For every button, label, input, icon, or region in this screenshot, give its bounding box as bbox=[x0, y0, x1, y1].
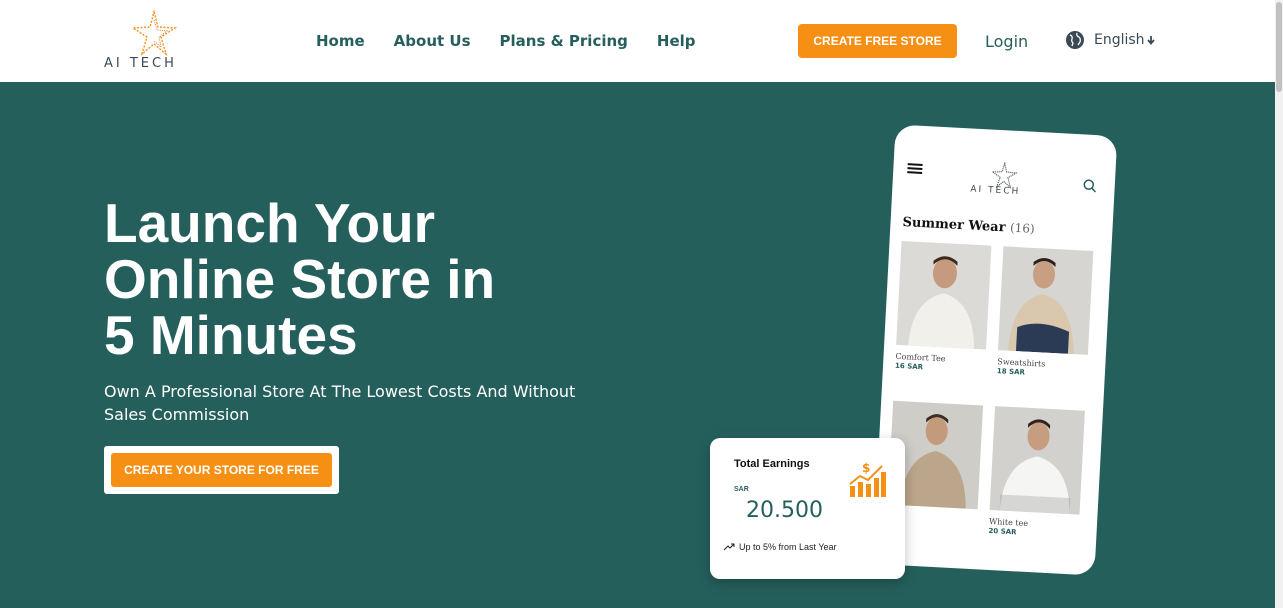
create-free-store-button[interactable]: CREATE FREE STORE bbox=[798, 24, 957, 58]
earnings-chart-icon: $ bbox=[849, 461, 886, 497]
hero-title-line-1: Launch Your bbox=[104, 192, 436, 254]
model-photo-icon bbox=[999, 419, 1071, 515]
product-card-comfort-tee[interactable]: Comfort Tee 16 SAR bbox=[895, 240, 992, 375]
model-photo-icon bbox=[908, 256, 975, 349]
site-header: AI TECH Home About Us Plans & Pricing He… bbox=[0, 0, 1275, 82]
nav-plans-pricing[interactable]: Plans & Pricing bbox=[500, 32, 628, 50]
hero-subtitle-line-1: Own A Professional Store At The Lowest C… bbox=[104, 382, 576, 401]
model-photo-icon bbox=[1007, 257, 1074, 355]
earnings-currency: SAR bbox=[734, 486, 749, 493]
product-image bbox=[989, 406, 1085, 515]
hamburger-menu-icon bbox=[907, 163, 923, 174]
category-count: (16) bbox=[1009, 220, 1036, 236]
globe-icon bbox=[1066, 31, 1084, 49]
earnings-title: Total Earnings bbox=[734, 458, 810, 470]
product-image bbox=[997, 246, 1094, 355]
language-selector[interactable]: English bbox=[1065, 30, 1156, 50]
hero-title: Launch Your Online Store in 5 Minutes bbox=[104, 195, 604, 363]
earnings-value: 20.500 bbox=[746, 498, 823, 523]
login-link[interactable]: Login bbox=[985, 32, 1028, 51]
nav-home[interactable]: Home bbox=[316, 32, 365, 50]
nav-help[interactable]: Help bbox=[657, 32, 696, 50]
hero-subtitle-line-2: Sales Commission bbox=[104, 405, 250, 424]
category-name: Summer Wear bbox=[902, 214, 1006, 236]
product-card-sweatshirts[interactable]: Sweatshirts 18 SAR bbox=[997, 246, 1094, 380]
trend-up-icon bbox=[723, 543, 735, 551]
hero-title-line-2: Online Store in bbox=[104, 248, 496, 310]
product-image bbox=[896, 240, 992, 350]
nav-about-us[interactable]: About Us bbox=[394, 32, 471, 50]
hero-subtitle: Own A Professional Store At The Lowest C… bbox=[104, 380, 604, 426]
phone-mockup: AI TECH Summer Wear (16) Comfort Tee 16 … bbox=[872, 124, 1118, 576]
arrow-down-icon bbox=[1146, 36, 1155, 45]
phone-logo-text: AI TECH bbox=[970, 184, 1021, 198]
main-nav: Home About Us Plans & Pricing Help bbox=[316, 32, 696, 50]
total-earnings-card: Total Earnings $ SAR 20.500 Up to 5% fro… bbox=[710, 438, 905, 579]
scrollbar-thumb[interactable] bbox=[1276, 2, 1282, 92]
hero-title-line-3: 5 Minutes bbox=[104, 304, 358, 366]
create-your-store-button[interactable]: CREATE YOUR STORE FOR FREE bbox=[111, 453, 332, 487]
star-logo-icon bbox=[131, 10, 177, 56]
earnings-growth-note: Up to 5% from Last Year bbox=[723, 542, 837, 552]
product-card-white-tee[interactable]: White tee 20 SAR bbox=[988, 406, 1085, 540]
hero-section: Launch Your Online Store in 5 Minutes Ow… bbox=[0, 82, 1275, 608]
category-title: Summer Wear (16) bbox=[902, 215, 1035, 237]
svg-text:$: $ bbox=[862, 461, 870, 475]
hero-cta-frame: CREATE YOUR STORE FOR FREE bbox=[104, 446, 339, 494]
logo-text: AI TECH bbox=[104, 56, 177, 71]
phone-brand-logo: AI TECH bbox=[970, 161, 1038, 197]
language-label: English bbox=[1094, 32, 1145, 48]
brand-logo[interactable]: AI TECH bbox=[103, 10, 208, 72]
page-scrollbar[interactable] bbox=[1275, 0, 1283, 608]
search-icon bbox=[1083, 179, 1096, 193]
earnings-note-text: Up to 5% from Last Year bbox=[739, 542, 837, 552]
